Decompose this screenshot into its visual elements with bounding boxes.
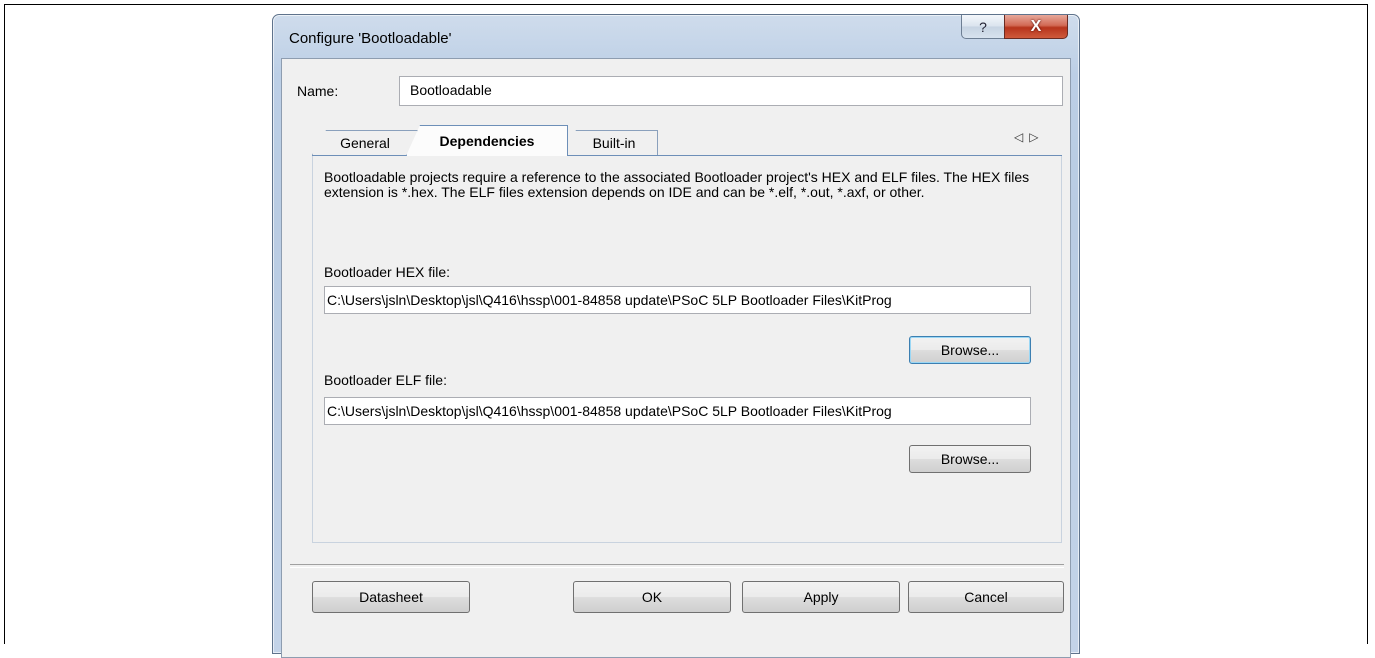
tab-built-in-label: Built-in	[592, 135, 636, 151]
tab-general[interactable]: General	[312, 130, 418, 155]
bottom-separator	[290, 564, 1064, 568]
cancel-button[interactable]: Cancel	[908, 581, 1064, 613]
close-button[interactable]: X	[1004, 15, 1068, 39]
tab-scroll-left-icon[interactable]: ◁	[1014, 130, 1029, 144]
apply-button[interactable]: Apply	[742, 581, 900, 613]
tab-scroll-right-icon[interactable]: ▷	[1029, 130, 1044, 144]
tab-dependencies-label: Dependencies	[439, 133, 535, 149]
configure-dialog: Configure 'Bootloadable' ? X Name: Bootl…	[272, 14, 1080, 658]
tab-built-in[interactable]: Built-in	[562, 130, 658, 155]
description-text: Bootloadable projects require a referenc…	[324, 169, 1030, 200]
elf-browse-button[interactable]: Browse...	[909, 445, 1031, 473]
elf-file-input[interactable]: C:\Users\jsln\Desktop\jsl\Q416\hssp\001-…	[324, 397, 1031, 425]
hex-browse-button[interactable]: Browse...	[909, 336, 1031, 364]
tab-strip: General Built-in Dependencies ◁▷	[312, 125, 1062, 156]
ok-button[interactable]: OK	[573, 581, 731, 613]
name-input[interactable]: Bootloadable	[399, 76, 1063, 106]
dialog-client-area: Name: Bootloadable General Built-in Depe…	[281, 58, 1071, 658]
window-title: Configure 'Bootloadable'	[289, 30, 452, 47]
dependencies-pane: Bootloadable projects require a referenc…	[312, 156, 1062, 543]
hex-file-label: Bootloader HEX file:	[324, 264, 451, 280]
hex-file-input[interactable]: C:\Users\jsln\Desktop\jsl\Q416\hssp\001-…	[324, 286, 1031, 314]
help-button[interactable]: ?	[961, 15, 1005, 39]
help-icon: ?	[979, 18, 987, 35]
tab-scroll-arrows: ◁▷	[1014, 130, 1044, 144]
tab-dependencies[interactable]: Dependencies	[406, 125, 568, 156]
close-icon: X	[1030, 17, 1042, 35]
title-bar[interactable]: Configure 'Bootloadable' ? X	[273, 15, 1079, 51]
tab-general-label: General	[340, 135, 390, 151]
elf-file-label: Bootloader ELF file:	[324, 372, 447, 388]
name-label: Name:	[297, 83, 339, 99]
datasheet-button[interactable]: Datasheet	[312, 581, 470, 613]
